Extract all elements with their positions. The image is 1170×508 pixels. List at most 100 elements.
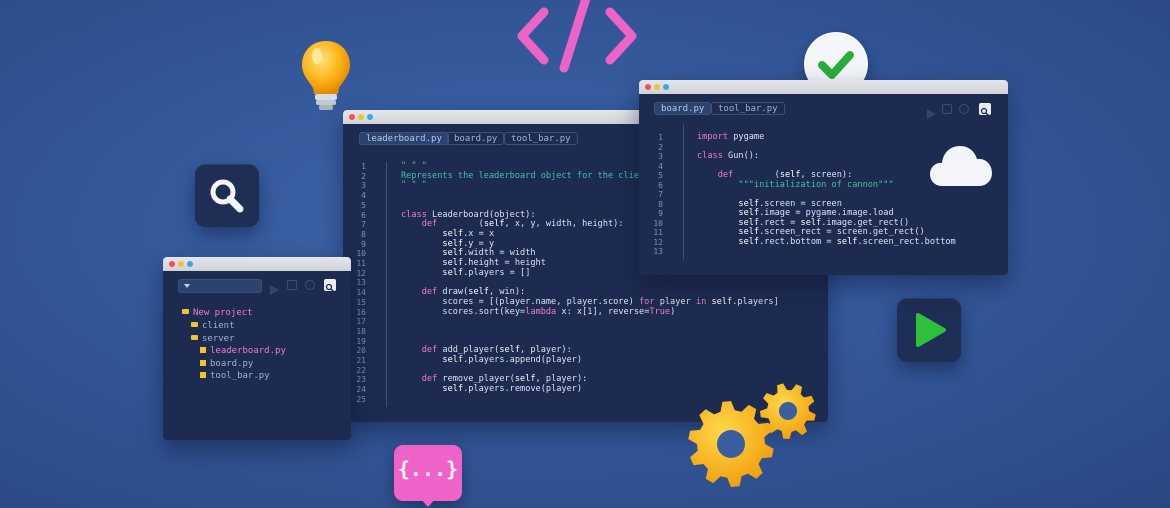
line-number: 9 bbox=[361, 239, 366, 249]
file-icon bbox=[200, 372, 206, 378]
line-number: 11 bbox=[356, 259, 366, 268]
code-line: self.players = [] bbox=[442, 267, 531, 278]
line-number: 4 bbox=[658, 161, 663, 171]
search-small-icon[interactable] bbox=[979, 103, 991, 117]
tab-leaderboard[interactable]: leaderboard.py bbox=[359, 132, 449, 145]
line-number: 20 bbox=[356, 346, 366, 356]
line-number: 8 bbox=[361, 229, 366, 239]
code-line: class Gun(): bbox=[697, 151, 760, 161]
close-dot[interactable] bbox=[349, 114, 355, 120]
tree-file-leaderboard[interactable]: leaderboard.py bbox=[200, 346, 286, 357]
line-number: 19 bbox=[356, 336, 366, 346]
search-tile[interactable] bbox=[195, 164, 259, 227]
gears-icon bbox=[688, 383, 816, 487]
code-line: self.players.append(player) bbox=[442, 355, 583, 365]
tree-folder-new-project[interactable]: New project bbox=[182, 308, 253, 319]
code-line: """initialization of cannon""" bbox=[697, 179, 894, 190]
file-icon bbox=[200, 360, 206, 366]
minimize-dot[interactable] bbox=[654, 84, 660, 90]
stop-icon[interactable] bbox=[942, 104, 952, 114]
tree-folder-client[interactable]: client bbox=[191, 321, 235, 332]
secondary-editor-tabs: board.py tool_bar.py bbox=[639, 102, 1008, 122]
explorer-window: New project client server leaderboard.py… bbox=[163, 257, 351, 440]
maximize-dot[interactable] bbox=[187, 261, 193, 267]
line-number: 9 bbox=[658, 209, 663, 218]
code-line: self.players.remove(player) bbox=[442, 384, 583, 395]
lightbulb-icon bbox=[302, 41, 350, 110]
cloud-icon bbox=[930, 146, 992, 186]
fold-gutter-line bbox=[386, 162, 387, 407]
tree-folder-server[interactable]: server bbox=[191, 334, 235, 345]
run-icon[interactable] bbox=[926, 104, 936, 119]
line-number: 3 bbox=[658, 152, 663, 161]
line-number: 3 bbox=[361, 181, 366, 191]
tree-file-tool-bar[interactable]: tool_bar.py bbox=[200, 371, 270, 382]
line-number: 12 bbox=[653, 237, 663, 247]
code-line: Represents the leaderboard object for th… bbox=[401, 170, 639, 181]
chevron-down-icon bbox=[184, 284, 190, 288]
tree-label: tool_bar.py bbox=[210, 371, 270, 381]
line-number: 16 bbox=[356, 307, 366, 317]
line-number: 11 bbox=[653, 228, 663, 237]
folder-icon bbox=[191, 335, 198, 340]
tree-label: client bbox=[202, 321, 235, 331]
code-line: import pygame bbox=[697, 132, 765, 142]
refresh-icon[interactable] bbox=[959, 104, 969, 114]
search-icon bbox=[210, 179, 244, 213]
line-number: 6 bbox=[658, 180, 663, 190]
line-number: 24 bbox=[356, 385, 366, 395]
line-number: 5 bbox=[361, 200, 366, 210]
secondary-editor-titlebar bbox=[639, 80, 1008, 94]
line-number: 21 bbox=[356, 356, 366, 365]
folder-icon bbox=[191, 322, 198, 327]
line-number: 5 bbox=[658, 171, 663, 180]
refresh-icon[interactable] bbox=[305, 280, 315, 290]
explorer-titlebar bbox=[163, 257, 351, 271]
run-tile[interactable] bbox=[897, 298, 961, 362]
search-small-icon[interactable] bbox=[324, 279, 336, 293]
line-number: 18 bbox=[356, 326, 366, 336]
line-number: 25 bbox=[356, 394, 366, 404]
line-number: 4 bbox=[361, 191, 366, 201]
braces-bubble: {...} bbox=[394, 445, 462, 501]
line-number: 7 bbox=[361, 220, 366, 230]
line-number: 12 bbox=[356, 268, 366, 278]
tree-label: leaderboard.py bbox=[210, 346, 286, 356]
braces-icon: {...} bbox=[397, 457, 459, 481]
line-number: 1 bbox=[658, 133, 663, 142]
line-number: 14 bbox=[356, 288, 366, 298]
line-number: 8 bbox=[658, 199, 663, 209]
minimize-dot[interactable] bbox=[178, 261, 184, 267]
tab-tool-bar[interactable]: tool_bar.py bbox=[504, 132, 578, 145]
line-number: 2 bbox=[361, 171, 366, 181]
line-number: 15 bbox=[356, 297, 366, 307]
folder-icon bbox=[182, 309, 189, 314]
tree-label: New project bbox=[193, 308, 253, 318]
tree-label: server bbox=[202, 334, 235, 344]
code-tag-icon bbox=[517, 0, 637, 73]
line-number: 10 bbox=[356, 249, 366, 259]
line-number: 2 bbox=[658, 142, 663, 152]
line-number: 10 bbox=[653, 218, 663, 228]
code-line: scores.sort(key=lambda x: x[1], reverse=… bbox=[401, 306, 676, 317]
minimize-dot[interactable] bbox=[358, 114, 364, 120]
line-number: 23 bbox=[356, 375, 366, 385]
secondary-editor-window: board.py tool_bar.py 1 2 3 4 5 6 7 8 9 10 11 12 13 i… bbox=[639, 80, 1008, 275]
bubble-tail bbox=[420, 498, 436, 507]
stop-icon[interactable] bbox=[287, 280, 297, 290]
line-number: 13 bbox=[356, 278, 366, 288]
tab-board[interactable]: board.py bbox=[654, 102, 712, 115]
line-number: 7 bbox=[658, 190, 663, 199]
tree-file-board[interactable]: board.py bbox=[200, 359, 253, 370]
close-dot[interactable] bbox=[645, 84, 651, 90]
line-number: 13 bbox=[653, 247, 663, 256]
run-icon[interactable] bbox=[269, 280, 279, 295]
project-dropdown[interactable] bbox=[178, 279, 262, 293]
maximize-dot[interactable] bbox=[663, 84, 669, 90]
maximize-dot[interactable] bbox=[367, 114, 373, 120]
tree-label: board.py bbox=[210, 359, 254, 369]
code-line: " " " bbox=[401, 180, 427, 191]
close-dot[interactable] bbox=[169, 261, 175, 267]
tab-tool-bar[interactable]: tool_bar.py bbox=[711, 102, 785, 115]
tab-board[interactable]: board.py bbox=[447, 132, 505, 145]
